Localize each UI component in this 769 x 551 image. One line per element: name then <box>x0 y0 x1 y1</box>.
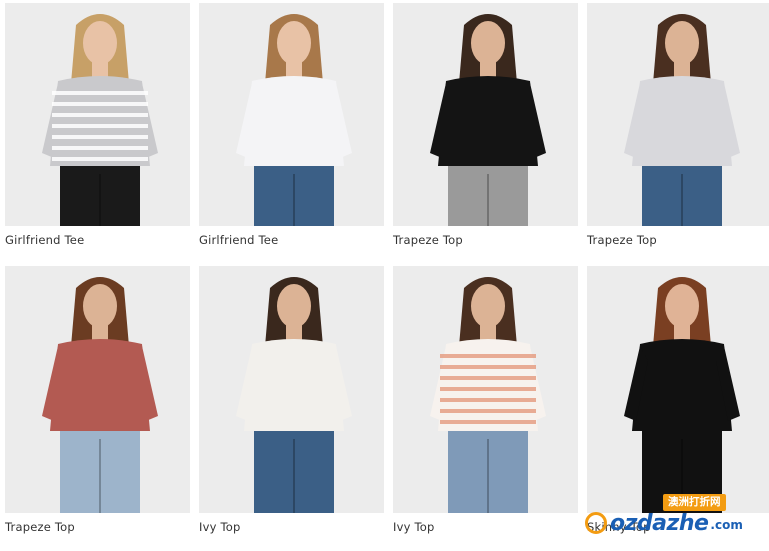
shirt-stripe <box>52 146 148 150</box>
model-illustration <box>624 277 740 513</box>
model-face <box>277 21 311 65</box>
shirt-stripe <box>440 409 536 413</box>
model-illustration <box>430 277 546 513</box>
product-photo[interactable] <box>5 266 190 513</box>
product-photo[interactable] <box>199 3 384 226</box>
product-grid: Girlfriend Tee Girlfriend Tee Trapeze To… <box>0 0 769 551</box>
model-illustration <box>430 14 546 226</box>
model-top <box>50 76 150 166</box>
model-top <box>632 76 732 166</box>
product-photo[interactable] <box>393 3 578 226</box>
product-name[interactable]: Trapeze Top <box>587 233 769 247</box>
product-name[interactable]: Trapeze Top <box>393 233 578 247</box>
model-top <box>244 76 344 166</box>
model-illustration <box>42 14 158 226</box>
product-card[interactable]: Trapeze Top <box>587 3 769 247</box>
model-face <box>665 284 699 328</box>
product-photo[interactable] <box>199 266 384 513</box>
shirt-stripe <box>440 365 536 369</box>
product-card[interactable]: Girlfriend Tee <box>5 3 190 247</box>
product-card[interactable]: Ivy Top <box>393 266 578 534</box>
shirt-stripe <box>52 135 148 139</box>
model-illustration <box>42 277 158 513</box>
product-name[interactable]: Ivy Top <box>393 520 578 534</box>
product-name[interactable]: Girlfriend Tee <box>5 233 190 247</box>
watermark-wordmark: ozdazhe .com <box>585 510 743 536</box>
model-face <box>277 284 311 328</box>
logo-ring-icon <box>585 512 607 534</box>
model-illustration <box>236 277 352 513</box>
shirt-stripe <box>52 91 148 95</box>
shirt-stripe <box>440 354 536 358</box>
product-photo[interactable] <box>5 3 190 226</box>
shirt-stripe <box>52 157 148 161</box>
product-name[interactable]: Girlfriend Tee <box>199 233 384 247</box>
model-illustration <box>236 14 352 226</box>
product-card[interactable]: Girlfriend Tee <box>199 3 384 247</box>
model-top <box>50 339 150 431</box>
model-face <box>83 284 117 328</box>
product-card[interactable]: Trapeze Top <box>5 266 190 534</box>
shirt-stripe <box>52 102 148 106</box>
model-top <box>632 339 732 431</box>
shirt-stripe <box>440 387 536 391</box>
watermark-domain-suffix: .com <box>710 518 743 532</box>
model-top <box>438 76 538 166</box>
product-photo[interactable] <box>587 266 769 513</box>
watermark-badge: 澳洲打折网 <box>663 494 726 511</box>
shirt-stripe <box>440 420 536 424</box>
model-top <box>244 339 344 431</box>
model-face <box>665 21 699 65</box>
watermark-logo-text: ozdazhe <box>610 510 709 536</box>
model-illustration <box>624 14 740 226</box>
watermark-logo: 澳洲打折网 ozdazhe .com <box>585 494 745 540</box>
model-face <box>83 21 117 65</box>
product-photo[interactable] <box>587 3 769 226</box>
shirt-stripe <box>440 376 536 380</box>
model-top <box>438 339 538 431</box>
shirt-stripe <box>52 113 148 117</box>
product-photo[interactable] <box>393 266 578 513</box>
model-face <box>471 21 505 65</box>
shirt-stripe <box>52 124 148 128</box>
product-card[interactable]: Ivy Top <box>199 266 384 534</box>
model-face <box>471 284 505 328</box>
shirt-stripe <box>440 398 536 402</box>
product-name[interactable]: Trapeze Top <box>5 520 190 534</box>
product-card[interactable]: Trapeze Top <box>393 3 578 247</box>
product-name[interactable]: Ivy Top <box>199 520 384 534</box>
